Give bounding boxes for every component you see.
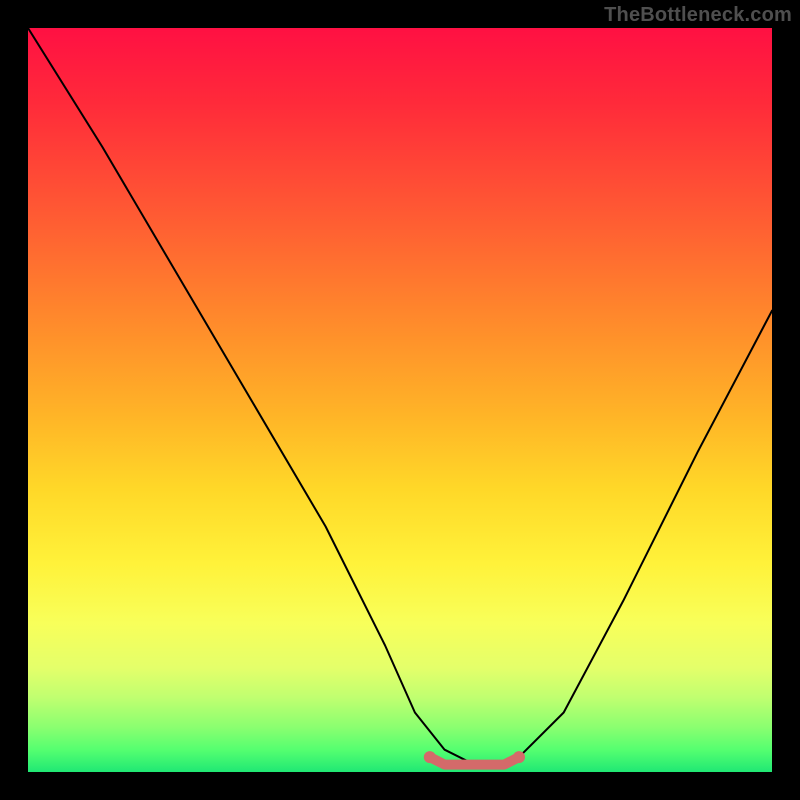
curve-layer [28, 28, 772, 772]
plot-area [28, 28, 772, 772]
bottom-segment [424, 751, 525, 765]
main-curve [28, 28, 772, 765]
watermark-text: TheBottleneck.com [604, 4, 792, 27]
chart-frame: TheBottleneck.com [0, 0, 800, 800]
